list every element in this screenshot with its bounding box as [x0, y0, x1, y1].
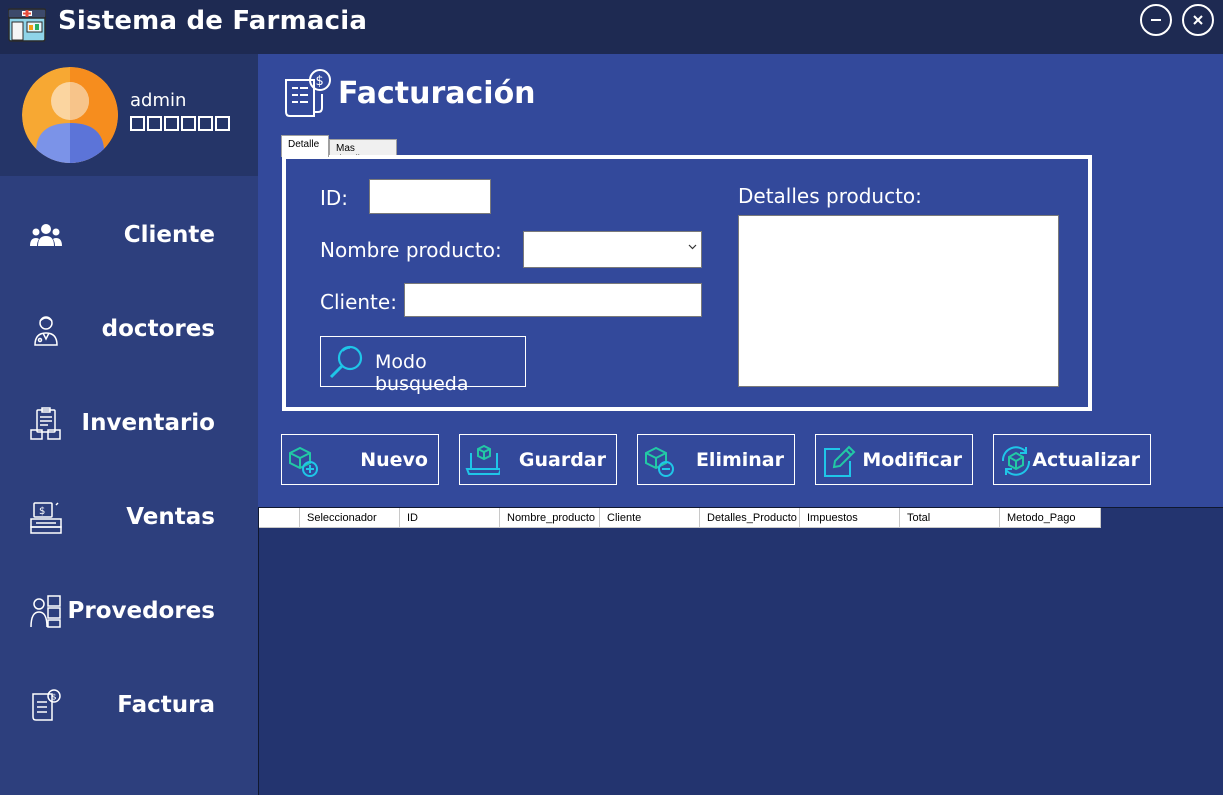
grid-header-nombre-producto[interactable]: Nombre_producto — [500, 508, 600, 528]
avatar — [22, 67, 118, 163]
detail-panel: ID: Nombre producto: Cliente: Modo busqu… — [282, 155, 1092, 411]
refresh-button-label: Actualizar — [1032, 449, 1140, 471]
sidebar-item-doctores[interactable]: doctores — [0, 282, 258, 376]
title-bar: Sistema de Farmacia — [0, 0, 1223, 54]
doctor-icon — [34, 316, 58, 346]
laptop-box-icon — [465, 444, 500, 475]
user-profile: admin — [0, 54, 258, 176]
id-field[interactable] — [369, 179, 491, 214]
save-button[interactable]: Guardar — [459, 434, 617, 485]
search-mode-button[interactable]: Modo busqueda — [320, 336, 526, 395]
sidebar-item-label: Inventario — [81, 410, 215, 436]
grid-header: Seleccionador ID Nombre_producto Cliente… — [259, 508, 1101, 528]
search-mode-label: Modo busqueda — [375, 351, 469, 395]
edit-pencil-icon — [824, 445, 856, 477]
product-name-label: Nombre producto: — [320, 238, 502, 262]
invoice-grid[interactable]: Seleccionador ID Nombre_producto Cliente… — [258, 507, 1223, 795]
username: admin — [130, 90, 187, 111]
new-button[interactable]: Nuevo — [281, 434, 439, 485]
grid-header-cliente[interactable]: Cliente — [600, 508, 700, 528]
magnifier-icon — [329, 345, 363, 379]
svg-text:$: $ — [316, 74, 324, 89]
product-details-textarea[interactable] — [738, 215, 1059, 387]
edit-button[interactable]: Modificar — [815, 434, 973, 485]
refresh-box-icon — [1001, 446, 1031, 476]
supplier-icon — [30, 595, 61, 628]
page-title: Facturación — [338, 76, 536, 111]
inventory-icon — [30, 407, 61, 440]
pharmacy-store-icon — [8, 8, 46, 42]
edit-button-label: Modificar — [862, 449, 962, 471]
grid-header-row-selector[interactable] — [259, 508, 300, 528]
grid-header-metodo-pago[interactable]: Metodo_Pago — [1000, 508, 1101, 528]
sidebar-item-label: doctores — [101, 316, 215, 342]
invoice-icon: $ — [32, 689, 61, 721]
id-label: ID: — [320, 186, 349, 210]
minus-icon — [1151, 19, 1161, 21]
grid-header-detalles-producto[interactable]: Detalles_Producto — [700, 508, 800, 528]
save-button-label: Guardar — [518, 449, 606, 471]
new-button-label: Nuevo — [360, 449, 428, 471]
close-icon — [1193, 15, 1203, 25]
box-remove-icon — [645, 446, 674, 477]
sidebar-item-ventas[interactable]: $ Ventas — [0, 470, 258, 564]
svg-text:$: $ — [52, 693, 57, 702]
user-role-placeholder — [130, 116, 230, 131]
main-panel: $ Facturación Detalle Mas detalles ID: N… — [258, 54, 1223, 507]
sidebar-item-factura[interactable]: $ Factura — [0, 658, 258, 752]
users-icon — [30, 224, 62, 246]
client-label: Cliente: — [320, 290, 397, 314]
grid-header-impuestos[interactable]: Impuestos — [800, 508, 900, 528]
sidebar-item-label: Provedores — [67, 598, 216, 624]
grid-header-seleccionador[interactable]: Seleccionador — [300, 508, 400, 528]
box-add-icon — [289, 446, 318, 477]
grid-header-id[interactable]: ID — [400, 508, 500, 528]
delete-button[interactable]: Eliminar — [637, 434, 795, 485]
close-button[interactable] — [1182, 4, 1214, 36]
client-field[interactable] — [404, 283, 702, 317]
product-details-label: Detalles producto: — [738, 184, 922, 208]
chevron-down-icon — [688, 244, 697, 250]
grid-header-total[interactable]: Total — [900, 508, 1000, 528]
sales-register-icon: $ — [30, 502, 62, 534]
sidebar-item-label: Ventas — [126, 504, 215, 530]
sidebar-item-cliente[interactable]: Cliente — [0, 188, 258, 282]
sidebar-item-inventario[interactable]: Inventario — [0, 376, 258, 470]
sidebar-item-label: Cliente — [123, 222, 215, 248]
refresh-button[interactable]: Actualizar — [993, 434, 1151, 485]
sidebar-item-label: Factura — [117, 692, 215, 718]
invoice-icon: $ — [285, 69, 331, 117]
minimize-button[interactable] — [1140, 4, 1172, 36]
svg-text:$: $ — [39, 506, 45, 517]
tab-detalle[interactable]: Detalle — [281, 135, 329, 157]
delete-button-label: Eliminar — [695, 449, 784, 471]
app-title: Sistema de Farmacia — [58, 6, 368, 36]
product-name-select[interactable] — [523, 231, 702, 268]
sidebar: admin Cliente doctores Inventario $ Vent… — [0, 54, 258, 795]
sidebar-item-provedores[interactable]: Provedores — [0, 564, 258, 658]
